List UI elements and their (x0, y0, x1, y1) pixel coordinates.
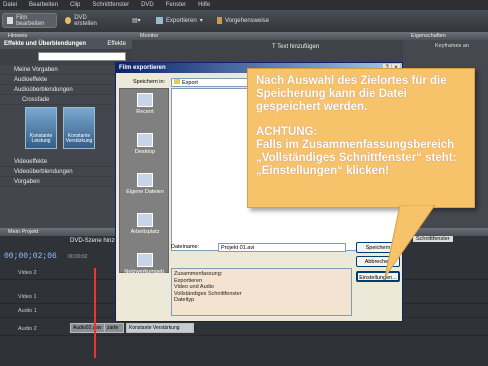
keyframes-label: Keyframes an (435, 43, 469, 49)
menu-clip[interactable]: Clip (70, 2, 80, 8)
menu-hilfe[interactable]: Hilfe (198, 2, 210, 8)
place-arbeitsplatz[interactable]: Arbeitsplatz (120, 209, 170, 249)
speichern-in-value: Export (182, 80, 198, 86)
playhead[interactable] (94, 268, 96, 358)
callout-pointer (384, 205, 436, 278)
summary-line: Dateityp (174, 297, 195, 303)
monitor-header: Monitor (132, 32, 403, 40)
tree-item-audioeffekte[interactable]: Audioeffekte (0, 75, 132, 85)
computer-icon (137, 213, 153, 227)
network-icon (137, 253, 153, 267)
exportieren-label: Exportieren (166, 17, 197, 24)
monitor-panel: Monitor T Text hinzufügen (132, 32, 403, 62)
place-desktop-label: Desktop (134, 149, 156, 155)
effects-tab[interactable]: Effekte (107, 40, 132, 49)
tree-item-audioueberblendungen[interactable]: Audioüberblendungen (0, 85, 132, 95)
dvd-icon (65, 17, 72, 24)
callout-para2: ACHTUNG: (256, 126, 318, 138)
place-arbeitsplatz-label: Arbeitsplatz (130, 229, 160, 235)
effects-title: Effekte und Überblendungen (4, 41, 87, 47)
dvd-erstellen-button[interactable]: DVD erstellen (61, 13, 111, 28)
tree-item-vorgaben[interactable]: Vorgaben (0, 177, 132, 187)
transition-tile-konstante-verstaerkung[interactable]: Konstante Verstärkung (63, 107, 95, 149)
main-toolbar: Film bearbeiten DVD erstellen ▤▾ Exporti… (0, 10, 488, 32)
place-recent-label: Recent (136, 109, 154, 115)
vorgehensweise-button[interactable]: Vorgehensweise (213, 13, 273, 28)
places-bar: Recent Desktop Eigene Dateien Arbeitspla… (119, 88, 170, 275)
clip-zarte[interactable]: zarte (104, 323, 124, 333)
callout-para3: Falls im Zusammenfassungsbereich „Vollst… (256, 139, 457, 177)
dateiname-label: Dateiname: (171, 244, 200, 250)
speichern-in-label: Speichern in: (133, 79, 166, 85)
menu-schnittfenster[interactable]: Schnittfenster (92, 2, 129, 8)
place-recent[interactable]: Recent (120, 89, 170, 129)
place-eigene-dateien[interactable]: Eigene Dateien (120, 169, 170, 209)
tree-item-meine-vorgaben[interactable]: Meine Vorgaben (0, 65, 132, 75)
transition-tile-konstante-leistung[interactable]: Konstante Leistung (25, 107, 57, 149)
film-bearbeiten-button[interactable]: Film bearbeiten (2, 13, 57, 28)
exportieren-button[interactable]: Exportieren ▾ (152, 13, 207, 28)
menu-bar: Datei Bearbeiten Clip Schnittfenster DVD… (0, 0, 488, 10)
effects-panel: Hinweis Effekte und Überblendungen Effek… (0, 32, 132, 228)
panel-header-hinweis: Hinweis (0, 32, 132, 40)
export-icon (156, 17, 163, 24)
instruction-callout: Nach Auswahl des Zielortes für die Speic… (247, 68, 475, 208)
place-eigene-dateien-label: Eigene Dateien (126, 189, 164, 195)
text-button-label: Text hinzufügen (277, 44, 320, 50)
clip-transition[interactable]: Konstante Verstärkung (126, 323, 194, 333)
text-hinzufuegen-button[interactable]: T Text hinzufügen (272, 44, 319, 50)
menu-datei[interactable]: Datei (3, 2, 17, 8)
tree-item-crossfade[interactable]: Crossfade (0, 95, 132, 105)
place-netzwerk-label: Netzwerkumgeb. (124, 269, 166, 275)
timecode: 00;00;02;06 (4, 252, 57, 261)
search-input[interactable] (38, 52, 126, 61)
capture-button[interactable]: ▤▾ (128, 13, 148, 28)
help-icon (217, 17, 222, 24)
menu-fenster[interactable]: Fenster (166, 2, 186, 8)
place-desktop[interactable]: Desktop (120, 129, 170, 169)
recent-icon (137, 93, 153, 107)
menu-bearbeiten[interactable]: Bearbeiten (29, 2, 58, 8)
vorgehensweise-label: Vorgehensweise (224, 17, 269, 24)
place-netzwerk[interactable]: Netzwerkumgeb. (120, 249, 170, 289)
film-strip-icon: ▤▾ (132, 18, 141, 24)
film-bearbeiten-label: Film bearbeiten (16, 14, 45, 27)
tree-item-videoueberblendungen[interactable]: Videoüberblendungen (0, 167, 132, 177)
properties-header: Eigenschaften (403, 32, 488, 40)
callout-para1: Nach Auswahl des Zielortes für die Speic… (256, 75, 447, 113)
desktop-icon (137, 133, 153, 147)
tree-item-videoeffekte[interactable]: Videoeffekte (0, 157, 132, 167)
dvd-erstellen-label: DVD erstellen (74, 14, 97, 27)
film-icon (7, 17, 14, 24)
summary-box: Zusammenfassung: Exportieren Video und A… (171, 268, 352, 316)
time-mark: 00;00;02 (68, 254, 88, 260)
menu-dvd[interactable]: DVD (141, 2, 154, 8)
dateiname-input[interactable]: Projekt 01.avi (218, 243, 346, 252)
documents-icon (137, 173, 153, 187)
folder-icon (174, 79, 180, 84)
